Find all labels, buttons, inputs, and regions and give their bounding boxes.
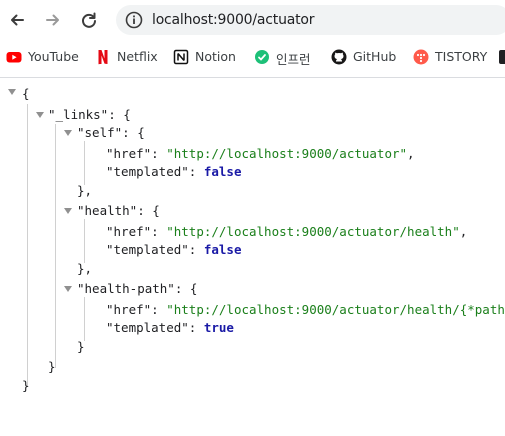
json-links-close: } — [48, 359, 56, 374]
bookmark-label: GitHub — [353, 49, 397, 64]
bookmark-label: TISTORY — [435, 49, 488, 64]
json-key: "href" — [106, 146, 152, 161]
json-health-line: "health": { — [77, 203, 160, 218]
forward-button[interactable] — [42, 9, 64, 31]
json-boolean-value: true — [203, 320, 234, 335]
json-health-templated: "templated": false — [106, 242, 242, 257]
arrow-right-icon — [46, 14, 59, 26]
bookmark-label: Netflix — [117, 49, 158, 64]
brace-text: { — [22, 86, 30, 101]
indent-guide — [84, 297, 85, 341]
collapse-links-toggle[interactable] — [36, 112, 44, 118]
arrow-left-icon — [11, 14, 24, 26]
collapse-health-toggle[interactable] — [64, 208, 72, 214]
reload-icon — [82, 12, 96, 28]
json-health-path-templated: "templated": true — [106, 320, 234, 335]
json-health-close: }, — [77, 261, 93, 276]
inflearn-icon — [255, 50, 269, 64]
bookmark-label: Notion — [195, 49, 236, 64]
json-key: "health" — [77, 203, 138, 218]
address-url[interactable]: localhost:9000/actuator — [152, 12, 315, 28]
json-health-href: "href": "http://localhost:9000/actuator/… — [106, 224, 468, 239]
reload-button[interactable] — [78, 9, 100, 31]
indent-guide — [27, 104, 28, 386]
json-string-value: "http://localhost:9000/actuator/health" — [166, 224, 460, 239]
indent-guide — [55, 124, 56, 368]
json-boolean-value: false — [203, 242, 242, 257]
collapse-self-toggle[interactable] — [64, 130, 72, 136]
json-string-value: "http://localhost:9000/actuator/health/{… — [166, 302, 505, 317]
back-button[interactable] — [6, 9, 28, 31]
netflix-icon — [98, 50, 108, 65]
json-health-path-href: "href": "http://localhost:9000/actuator/… — [106, 302, 505, 318]
bookmarks-bar: YouTube Netflix Notion 인프런 GitHub TISTOR… — [0, 44, 505, 70]
json-key: "templated" — [106, 242, 189, 257]
json-string-value: "http://localhost:9000/actuator" — [166, 146, 408, 161]
site-info-icon[interactable] — [124, 10, 144, 30]
json-key: "templated" — [106, 320, 189, 335]
json-root-close: } — [22, 378, 30, 393]
json-key: "self" — [77, 125, 123, 140]
json-links-line: "_links": { — [48, 107, 131, 122]
address-bar[interactable]: localhost:9000/actuator — [116, 5, 505, 35]
indent-guide — [84, 219, 85, 263]
browser-chrome: localhost:9000/actuator YouTube Netflix … — [0, 0, 505, 78]
json-health-path-line: "health-path": { — [77, 281, 198, 296]
indent-guide — [84, 141, 85, 185]
notion-icon — [173, 49, 189, 65]
bookmark-clipped-icon — [499, 50, 505, 64]
github-icon — [331, 49, 347, 65]
json-key: "_links" — [48, 107, 109, 122]
youtube-icon — [6, 52, 22, 63]
json-viewer: { "_links": { "self": { "href": "http://… — [0, 78, 505, 436]
json-key: "health-path" — [77, 281, 175, 296]
json-self-close: }, — [77, 183, 93, 198]
json-boolean-value: false — [203, 164, 242, 179]
json-health-path-close: } — [77, 339, 85, 354]
collapse-health-path-toggle[interactable] — [64, 286, 72, 292]
json-self-href: "href": "http://localhost:9000/actuator"… — [106, 146, 415, 161]
json-key: "href" — [106, 224, 152, 239]
json-self-templated: "templated": false — [106, 164, 242, 179]
json-key: "templated" — [106, 164, 189, 179]
json-key: "href" — [106, 302, 152, 317]
json-root-open: { — [22, 86, 30, 102]
bookmark-label: YouTube — [28, 49, 79, 64]
tistory-icon — [413, 49, 429, 65]
collapse-root-toggle[interactable] — [8, 89, 16, 95]
bookmark-label: 인프런 — [276, 52, 311, 67]
json-self-line: "self": { — [77, 125, 145, 140]
